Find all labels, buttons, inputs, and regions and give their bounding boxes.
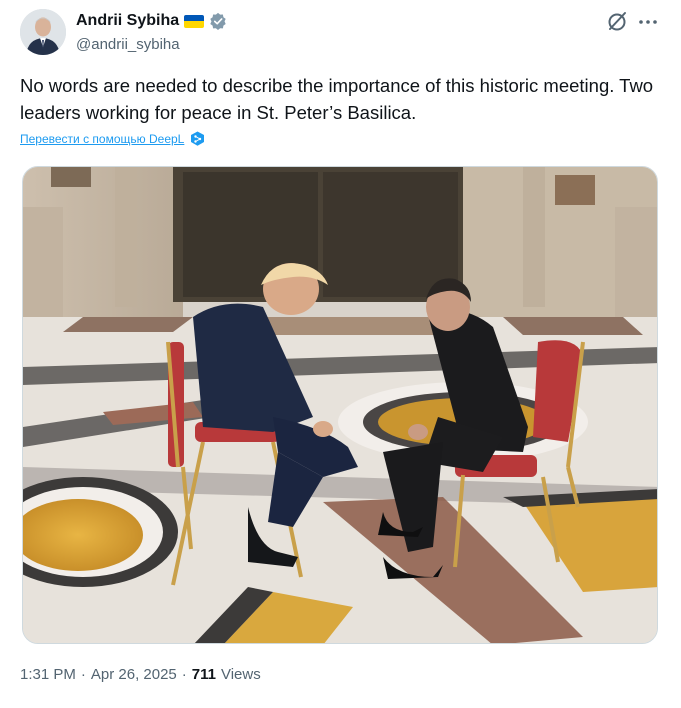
tweet-date[interactable]: Apr 26, 2025 xyxy=(91,666,177,683)
meta-separator: · xyxy=(181,666,187,683)
views-count: 711 xyxy=(191,666,216,683)
author-name-row: Andrii Sybiha xyxy=(76,12,227,30)
deepl-icon xyxy=(190,131,205,147)
verified-badge-icon[interactable] xyxy=(209,12,227,30)
more-dots-icon[interactable] xyxy=(636,10,660,34)
views-label: Views xyxy=(220,666,261,683)
author-handle[interactable]: @andrii_sybiha xyxy=(76,36,180,53)
grok-icon[interactable] xyxy=(605,10,629,34)
meta-separator: · xyxy=(80,666,86,683)
tweet-photo[interactable] xyxy=(22,166,658,644)
translate-label[interactable]: Перевести с помощью DeepL xyxy=(20,132,184,146)
tweet-meta: 1:31 PM · Apr 26, 2025 · 711 Views xyxy=(20,666,261,683)
translate-link[interactable]: Перевести с помощью DeepL xyxy=(20,131,205,147)
avatar[interactable] xyxy=(20,9,66,55)
tweet-time[interactable]: 1:31 PM xyxy=(20,666,76,683)
author-display-name[interactable]: Andrii Sybiha xyxy=(76,12,179,30)
ukraine-flag-icon xyxy=(184,14,205,28)
tweet-text: No words are needed to describe the impo… xyxy=(20,75,654,123)
